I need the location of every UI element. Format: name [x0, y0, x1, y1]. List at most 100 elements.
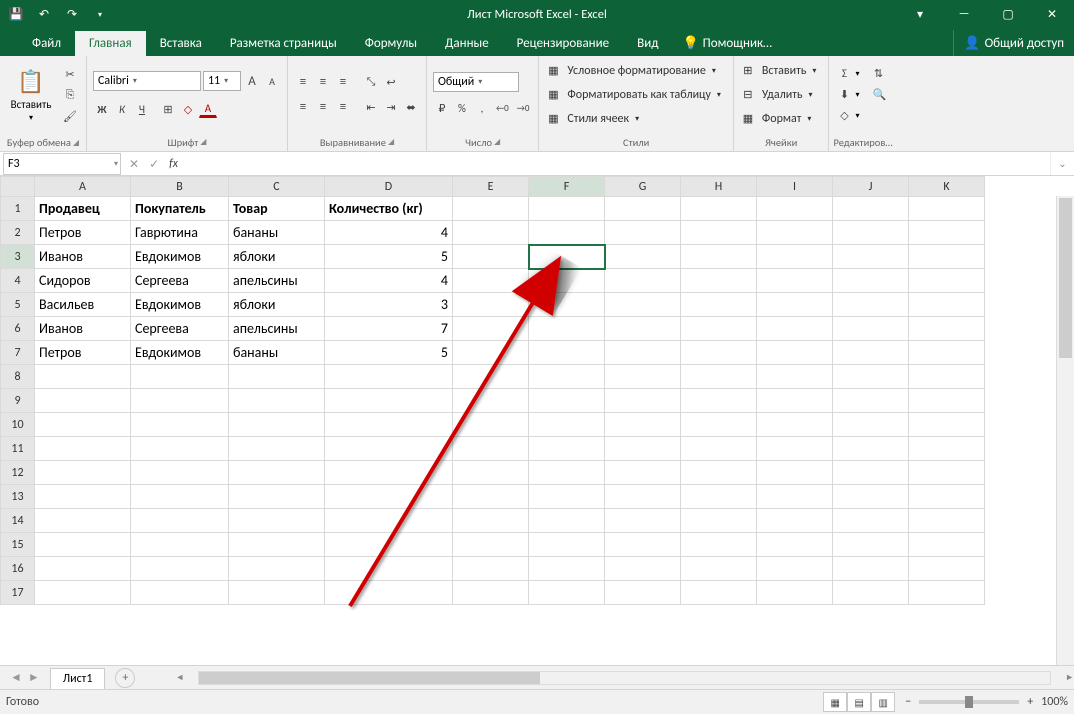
cell[interactable]: бананы — [229, 221, 325, 245]
cell[interactable] — [35, 581, 131, 605]
cell[interactable] — [529, 269, 605, 293]
col-header-a[interactable]: A — [35, 177, 131, 197]
cell[interactable] — [35, 485, 131, 509]
cell[interactable] — [909, 365, 985, 389]
cell[interactable] — [833, 389, 909, 413]
cell[interactable] — [529, 365, 605, 389]
row-header-8[interactable]: 8 — [1, 365, 35, 389]
cell[interactable] — [681, 437, 757, 461]
wrap-text-button[interactable]: ↩ — [382, 73, 400, 91]
cell[interactable] — [131, 581, 229, 605]
cell[interactable] — [325, 461, 453, 485]
tab-page-layout[interactable]: Разметка страницы — [216, 31, 351, 56]
cell[interactable] — [131, 509, 229, 533]
ribbon-options-icon[interactable]: ▾ — [898, 0, 942, 28]
merge-button[interactable]: ⬌ — [402, 98, 420, 116]
cut-button[interactable]: ✂ — [60, 65, 80, 83]
dialog-launcher-icon[interactable]: ◢ — [73, 138, 79, 148]
cell[interactable] — [35, 557, 131, 581]
cell[interactable] — [681, 413, 757, 437]
cell[interactable] — [681, 581, 757, 605]
cell[interactable] — [833, 581, 909, 605]
col-header-d[interactable]: D — [325, 177, 453, 197]
cell[interactable] — [529, 245, 605, 269]
sort-filter-button[interactable]: ⇅ — [869, 65, 887, 83]
tab-formulas[interactable]: Формулы — [351, 31, 431, 56]
view-normal-button[interactable]: ▦ — [823, 692, 847, 712]
col-header-f[interactable]: F — [529, 177, 605, 197]
row-header-2[interactable]: 2 — [1, 221, 35, 245]
formula-input[interactable] — [186, 153, 1050, 175]
cell[interactable] — [325, 437, 453, 461]
cell[interactable] — [681, 269, 757, 293]
cell[interactable] — [35, 365, 131, 389]
cell[interactable] — [453, 533, 529, 557]
fill-color-button[interactable]: ◇ — [179, 100, 197, 118]
cell[interactable]: Васильев — [35, 293, 131, 317]
cell[interactable] — [229, 389, 325, 413]
cell[interactable] — [453, 221, 529, 245]
cell[interactable] — [453, 485, 529, 509]
cell[interactable]: 7 — [325, 317, 453, 341]
cell[interactable]: Продавец — [35, 197, 131, 221]
cell[interactable] — [131, 461, 229, 485]
qat-dropdown-icon[interactable]: ▾ — [90, 4, 110, 24]
cell[interactable] — [229, 509, 325, 533]
cell[interactable] — [453, 581, 529, 605]
cell[interactable] — [35, 509, 131, 533]
save-icon[interactable]: 💾 — [6, 4, 26, 24]
paste-button[interactable]: 📋 Вставить ▾ — [6, 60, 56, 130]
cell[interactable] — [909, 413, 985, 437]
cell[interactable] — [681, 221, 757, 245]
tell-me[interactable]: 💡 Помощник… — [672, 30, 782, 56]
cell[interactable] — [35, 461, 131, 485]
cell[interactable]: Петров — [35, 341, 131, 365]
increase-indent-button[interactable]: ⇥ — [382, 98, 400, 116]
cell[interactable] — [909, 389, 985, 413]
cell[interactable]: 5 — [325, 245, 453, 269]
cell[interactable] — [909, 317, 985, 341]
cell[interactable] — [833, 221, 909, 245]
cell[interactable] — [453, 461, 529, 485]
cell[interactable] — [325, 557, 453, 581]
cell[interactable] — [681, 293, 757, 317]
cell[interactable] — [529, 581, 605, 605]
cell[interactable]: Покупатель — [131, 197, 229, 221]
cell[interactable] — [757, 461, 833, 485]
cell[interactable] — [833, 557, 909, 581]
cell[interactable] — [453, 365, 529, 389]
undo-icon[interactable]: ↶ — [34, 4, 54, 24]
delete-cells-button[interactable]: ⊟Удалить▾ — [740, 85, 823, 105]
cell[interactable]: апельсины — [229, 269, 325, 293]
cell-styles-button[interactable]: ▦Стили ячеек▾ — [545, 109, 727, 129]
cell[interactable]: Евдокимов — [131, 293, 229, 317]
cell[interactable] — [605, 437, 681, 461]
cell[interactable] — [681, 365, 757, 389]
cell[interactable] — [453, 389, 529, 413]
cell[interactable] — [833, 245, 909, 269]
cell[interactable] — [529, 557, 605, 581]
cell[interactable] — [325, 581, 453, 605]
cell[interactable] — [229, 533, 325, 557]
cell[interactable] — [605, 317, 681, 341]
row-header-5[interactable]: 5 — [1, 293, 35, 317]
cell[interactable] — [757, 317, 833, 341]
cell[interactable] — [35, 389, 131, 413]
cell[interactable] — [229, 437, 325, 461]
row-header-16[interactable]: 16 — [1, 557, 35, 581]
cell[interactable] — [325, 389, 453, 413]
underline-button[interactable]: Ч — [133, 100, 151, 118]
cell[interactable] — [35, 533, 131, 557]
cell[interactable]: Гаврютина — [131, 221, 229, 245]
cell[interactable] — [605, 221, 681, 245]
cell[interactable] — [131, 533, 229, 557]
cell[interactable] — [681, 197, 757, 221]
cell[interactable] — [453, 557, 529, 581]
cell[interactable] — [757, 341, 833, 365]
cell[interactable] — [909, 269, 985, 293]
cell[interactable] — [605, 485, 681, 509]
decrease-indent-button[interactable]: ⇤ — [362, 98, 380, 116]
cell[interactable]: Евдокимов — [131, 341, 229, 365]
decrease-decimal-button[interactable]: →0 — [514, 99, 533, 117]
cell[interactable] — [757, 509, 833, 533]
